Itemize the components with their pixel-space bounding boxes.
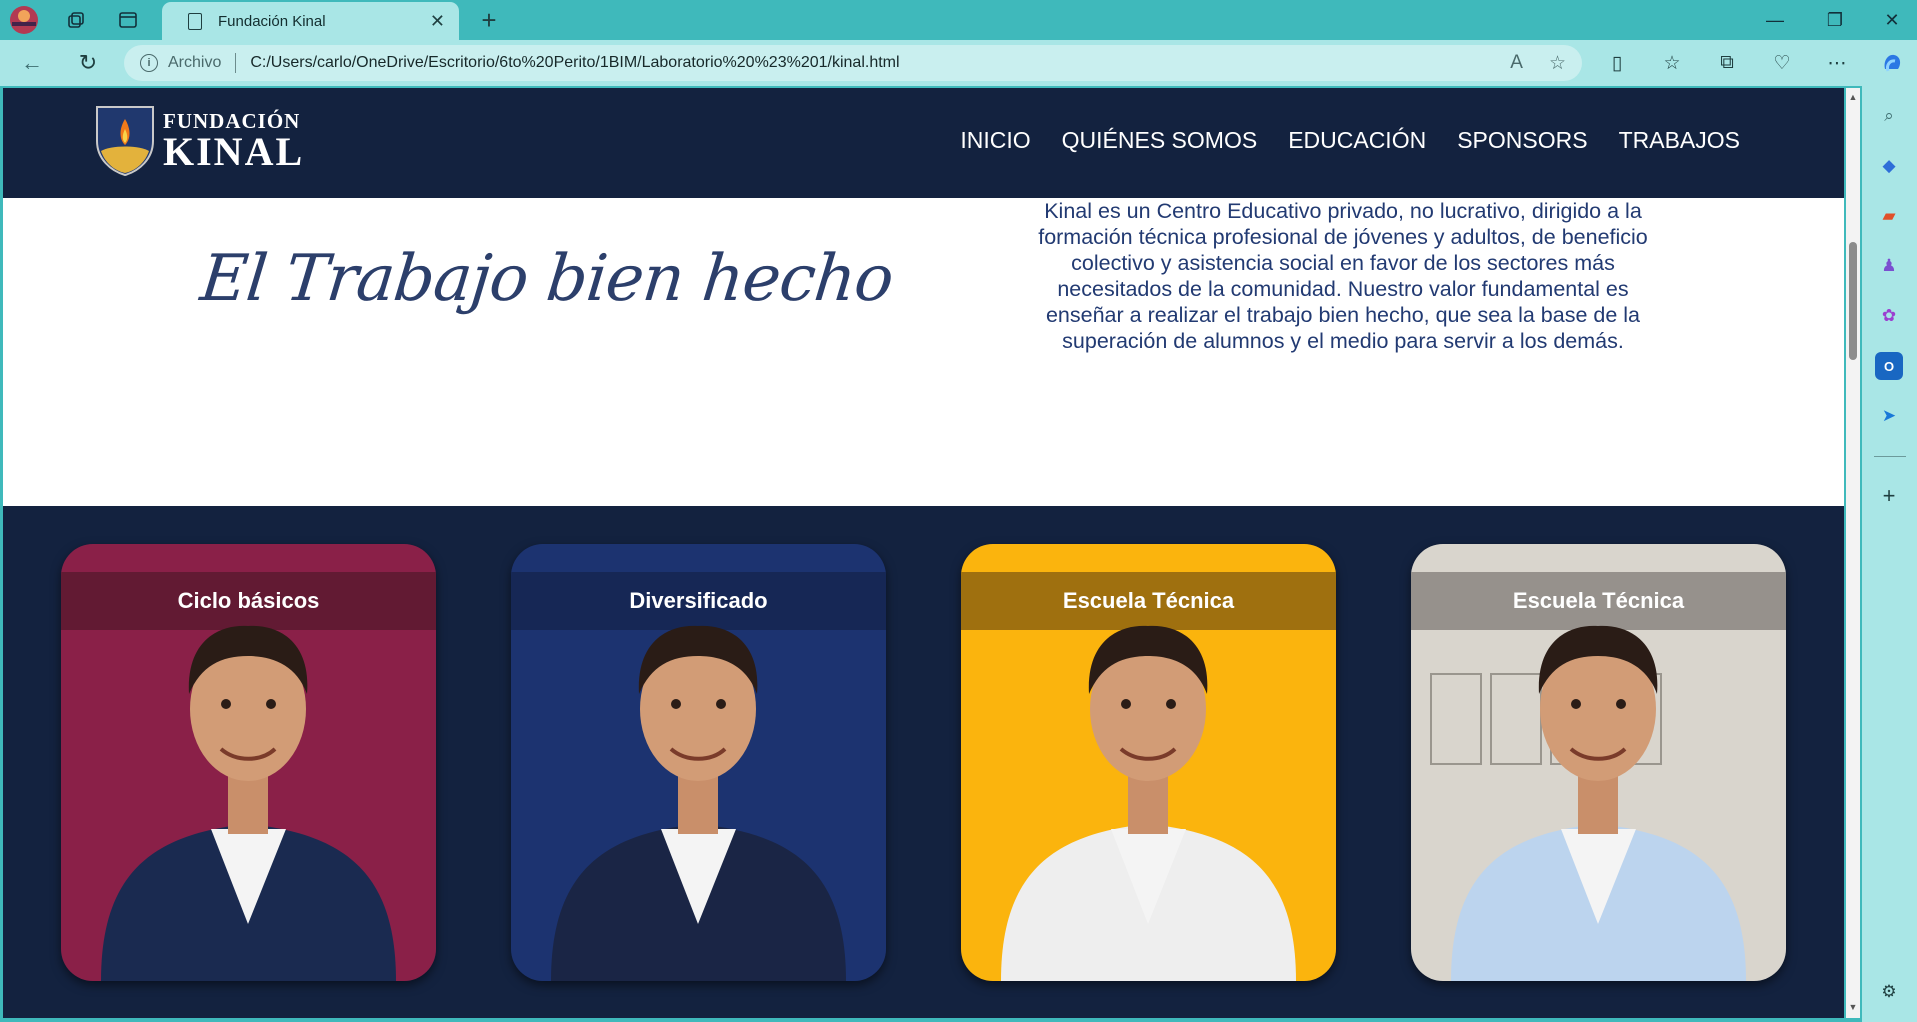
intro-line: formación técnica profesional de jóvenes… [1038, 225, 1648, 249]
restore-icon[interactable]: ❐ [1815, 6, 1855, 34]
address-separator [235, 53, 237, 73]
browser-essentials-icon[interactable]: ♡ [1766, 49, 1798, 77]
site-header: FUNDACIÓN KINAL INICIO QUIÉNES SOMOS EDU… [3, 88, 1844, 198]
program-card-escuela-tecnica-2[interactable]: Escuela Técnica [1411, 544, 1786, 981]
program-card-escuela-tecnica[interactable]: Escuela Técnica [961, 544, 1336, 981]
workspaces-icon[interactable] [60, 6, 92, 34]
new-tab-icon[interactable]: + [474, 5, 504, 35]
minimize-icon[interactable]: — [1755, 6, 1795, 34]
intro-line: colectivo y asistencia social en favor d… [1071, 251, 1615, 275]
copilot-icon[interactable] [1876, 49, 1908, 77]
shield-flame-icon [96, 106, 154, 177]
intro-line: enseñar a realizar el trabajo bien hecho… [1045, 303, 1641, 327]
browser-toolbar: ← ↻ i Archivo C:/Users/carlo/OneDrive/Es… [0, 40, 1917, 86]
site-logo[interactable]: FUNDACIÓN KINAL [95, 105, 304, 177]
games-icon[interactable]: ♟ [1875, 252, 1903, 280]
tab-actions-icon[interactable] [112, 6, 144, 34]
refresh-icon[interactable]: ↻ [72, 49, 104, 77]
copilot-sidebar-icon[interactable]: ✿ [1875, 302, 1903, 330]
close-window-icon[interactable]: ✕ [1872, 6, 1912, 34]
back-arrow-icon[interactable]: ← [16, 49, 48, 77]
outlook-icon[interactable]: O [1875, 352, 1903, 380]
card-title: Ciclo básicos [177, 588, 320, 613]
hero-section: El Trabajo bien hecho Kinal es un Centro… [3, 198, 1844, 506]
tagline-image-text: El Trabajo bien hecho [197, 242, 897, 316]
scroll-down-icon[interactable]: ▼ [1848, 1002, 1858, 1012]
page-icon [188, 12, 202, 30]
more-menu-icon[interactable]: ⋯ [1821, 49, 1853, 77]
settings-gear-icon[interactable]: ⚙ [1875, 978, 1903, 1006]
sidebar-divider [1874, 456, 1906, 457]
send-icon[interactable]: ➤ [1875, 402, 1903, 430]
collections-icon[interactable]: ⧉ [1711, 49, 1743, 77]
page-scrollbar[interactable]: ▲ ▼ [1846, 88, 1860, 1018]
card-title: Diversificado [629, 588, 768, 613]
browser-titlebar: Fundación Kinal ✕ + — ❐ ✕ [0, 0, 1917, 40]
split-screen-icon[interactable]: ▯ [1601, 49, 1633, 77]
scroll-thumb[interactable] [1849, 242, 1857, 360]
add-sidebar-icon[interactable]: + [1875, 482, 1903, 510]
logo-line2: KINAL [163, 128, 305, 174]
tools-briefcase-icon[interactable]: ▰ [1875, 202, 1903, 230]
nav-inicio[interactable]: INICIO [960, 127, 1030, 154]
nav-educacion[interactable]: EDUCACIÓN [1288, 127, 1426, 154]
intro-line: necesitados de la comunidad. Nuestro val… [1057, 277, 1629, 301]
program-card-diversificado[interactable]: Diversificado [511, 544, 886, 981]
search-icon[interactable]: ⌕ [1875, 102, 1903, 130]
favorite-star-icon[interactable]: ☆ [1549, 52, 1566, 75]
tab-title: Fundación Kinal [218, 12, 326, 30]
address-bar[interactable]: i Archivo C:/Users/carlo/OneDrive/Escrit… [124, 45, 1582, 81]
browser-sidebar: ⌕ ◆ ▰ ♟ ✿ O ➤ + ⚙ [1862, 86, 1917, 1022]
info-icon[interactable]: i [140, 54, 158, 72]
nav-quienes-somos[interactable]: QUIÉNES SOMOS [1062, 127, 1258, 154]
read-aloud-icon[interactable]: A [1510, 52, 1523, 74]
close-tab-icon[interactable]: ✕ [430, 11, 445, 32]
profile-avatar-icon[interactable] [8, 6, 40, 34]
intro-paragraph: Kinal es un Centro Educativo privado, no… [1003, 198, 1683, 354]
shopping-tag-icon[interactable]: ◆ [1875, 152, 1903, 180]
programs-section: Ciclo básicos Diversificado Escuela Técn… [3, 506, 1844, 1018]
main-nav: INICIO QUIÉNES SOMOS EDUCACIÓN SPONSORS … [929, 127, 1740, 154]
intro-line: superación de alumnos y el medio para se… [1062, 329, 1624, 353]
nav-trabajos[interactable]: TRABAJOS [1619, 127, 1740, 154]
url-text[interactable]: C:/Users/carlo/OneDrive/Escritorio/6to%2… [250, 54, 1484, 72]
favorites-icon[interactable]: ☆ [1656, 49, 1688, 77]
page-viewport: FUNDACIÓN KINAL INICIO QUIÉNES SOMOS EDU… [3, 88, 1844, 1018]
card-title: Escuela Técnica [1512, 588, 1685, 613]
card-title: Escuela Técnica [1062, 588, 1235, 613]
program-card-ciclo-basicos[interactable]: Ciclo básicos [61, 544, 436, 981]
address-label: Archivo [168, 54, 222, 71]
active-tab[interactable]: Fundación Kinal ✕ [162, 2, 459, 40]
scroll-up-icon[interactable]: ▲ [1848, 92, 1858, 102]
intro-line: Kinal es un Centro Educativo privado, no… [1044, 199, 1642, 223]
nav-sponsors[interactable]: SPONSORS [1457, 127, 1587, 154]
